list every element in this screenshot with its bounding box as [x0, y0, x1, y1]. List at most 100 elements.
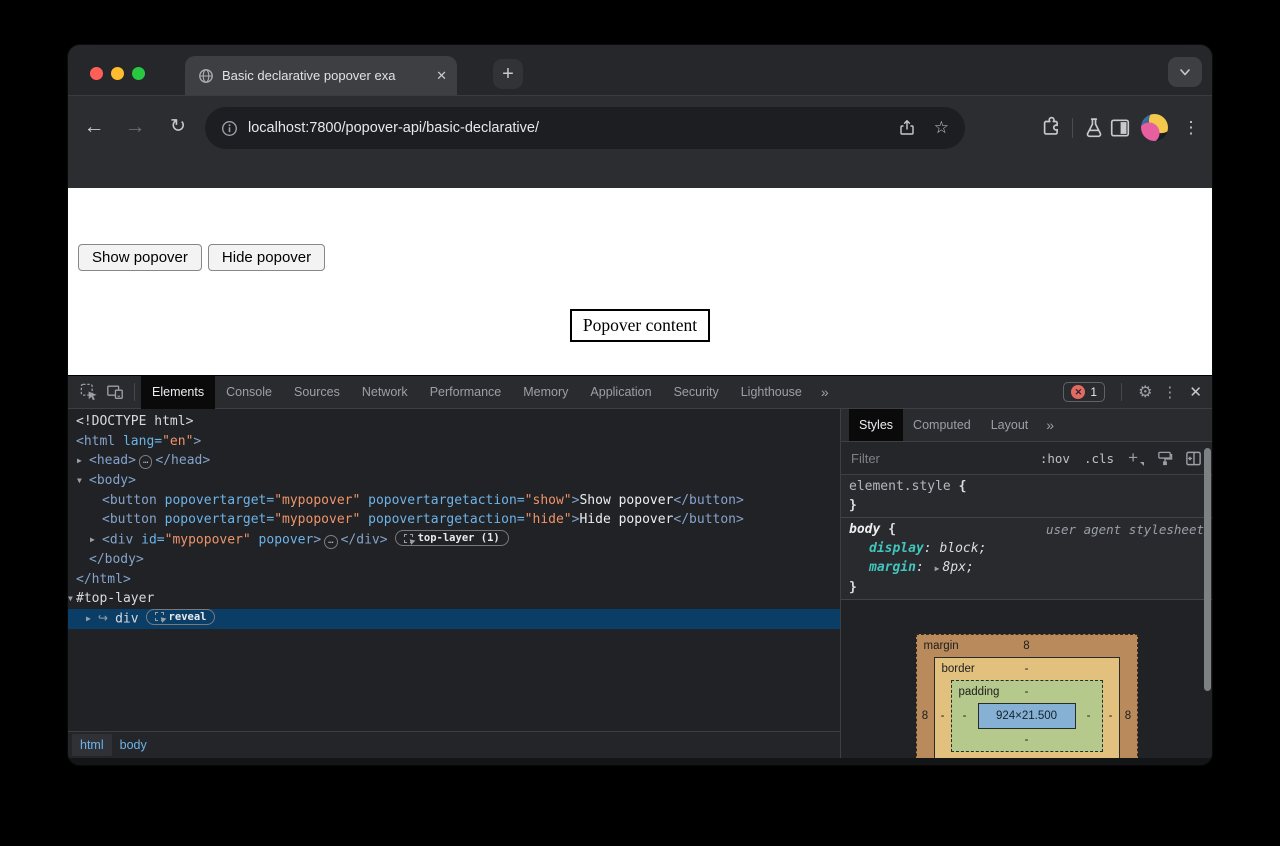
- box-model-padding[interactable]: padding - - 924×21.500 - -: [951, 680, 1103, 752]
- code-token: </body>: [89, 552, 144, 567]
- url-text[interactable]: localhost:7800/popover-api/basic-declara…: [248, 120, 898, 136]
- rule-selector[interactable]: body: [849, 522, 880, 537]
- hide-popover-button[interactable]: Hide popover: [208, 244, 325, 271]
- body-style-rule[interactable]: body { user agent stylesheet display: bl…: [841, 518, 1212, 600]
- dom-tree-line[interactable]: <html lang="en">: [68, 432, 840, 452]
- collapse-arrow-icon[interactable]: ▼: [68, 589, 73, 609]
- dom-tree-line[interactable]: <button popovertarget="mypopover" popove…: [68, 491, 840, 511]
- styles-tab-computed[interactable]: Computed: [903, 409, 981, 441]
- code-token: "mypopover": [274, 512, 360, 527]
- back-button[interactable]: ←: [81, 115, 107, 139]
- devtools-close-icon[interactable]: ✕: [1189, 383, 1202, 401]
- css-declaration-display[interactable]: display: block;: [841, 539, 1212, 558]
- url-bar[interactable]: localhost:7800/popover-api/basic-declara…: [205, 107, 965, 149]
- minimize-window-button[interactable]: [111, 67, 124, 80]
- expand-arrow-icon[interactable]: ▶: [77, 451, 82, 471]
- devtools-tab-elements[interactable]: Elements: [141, 376, 215, 409]
- dom-tree-line[interactable]: </html>: [68, 570, 840, 590]
- side-panel-icon[interactable]: [1107, 115, 1133, 141]
- dom-tree-line[interactable]: </body>: [68, 550, 840, 570]
- tab-title: Basic declarative popover exa: [222, 68, 430, 83]
- dom-tree-line[interactable]: ▼#top-layer: [68, 589, 840, 609]
- reveal-badge[interactable]: reveal: [146, 609, 216, 625]
- globe-icon: [198, 68, 214, 84]
- devtools-tab-performance[interactable]: Performance: [419, 376, 513, 409]
- toolbar-divider: [134, 383, 135, 401]
- bookmark-star-icon[interactable]: ☆: [934, 118, 949, 138]
- code-token: id=: [133, 533, 164, 548]
- new-style-rule-button[interactable]: +: [1128, 448, 1144, 468]
- dom-tree-line[interactable]: <button popovertarget="mypopover" popove…: [68, 510, 840, 530]
- styles-tab-styles[interactable]: Styles: [849, 409, 903, 441]
- devtools-tab-network[interactable]: Network: [351, 376, 419, 409]
- breadcrumb-body[interactable]: body: [112, 734, 155, 756]
- inspect-element-icon[interactable]: [76, 379, 102, 405]
- code-token: </div>: [341, 533, 388, 548]
- error-count: 1: [1090, 385, 1097, 399]
- toggle-class-button[interactable]: .cls: [1084, 451, 1114, 466]
- box-model-border[interactable]: border - - padding -: [934, 657, 1120, 758]
- code-token: <html: [76, 434, 115, 449]
- devtools-tab-application[interactable]: Application: [579, 376, 662, 409]
- expand-arrow-icon[interactable]: ▶: [90, 530, 95, 550]
- new-tab-button[interactable]: +: [493, 59, 523, 89]
- extensions-puzzle-icon[interactable]: [1038, 115, 1064, 141]
- browser-menu-kebab-icon[interactable]: ⋮: [1176, 118, 1206, 138]
- element-style-rule[interactable]: element.style { }: [841, 475, 1212, 518]
- code-token: "en": [162, 434, 193, 449]
- expand-arrow-icon[interactable]: ▶: [86, 609, 91, 629]
- fullscreen-window-button[interactable]: [132, 67, 145, 80]
- code-token: "hide": [525, 512, 572, 527]
- device-toolbar-icon[interactable]: [102, 379, 128, 405]
- flask-icon[interactable]: [1081, 115, 1107, 141]
- dom-tree-line[interactable]: ▶<div id="mypopover" popover>…</div>top-…: [68, 530, 840, 550]
- dom-tree-line[interactable]: <!DOCTYPE html>: [68, 412, 840, 432]
- devtools-tab-memory[interactable]: Memory: [512, 376, 579, 409]
- expand-shorthand-icon[interactable]: ▶: [935, 564, 940, 573]
- browser-window: Basic declarative popover exa ✕ + ← → ↻ …: [68, 45, 1212, 765]
- console-error-badge[interactable]: ✕ 1: [1063, 382, 1105, 402]
- css-declaration-margin[interactable]: margin: ▶8px;: [841, 558, 1212, 578]
- styles-tab-layout[interactable]: Layout: [981, 409, 1039, 441]
- rule-selector[interactable]: element.style: [849, 479, 951, 494]
- dom-tree-line[interactable]: ▼<body>: [68, 471, 840, 491]
- devtools-tab-lighthouse[interactable]: Lighthouse: [730, 376, 813, 409]
- tab-search-button[interactable]: [1168, 57, 1202, 87]
- more-styles-tabs-icon[interactable]: »: [1038, 417, 1062, 433]
- styles-filter-input[interactable]: Filter: [851, 451, 1026, 466]
- more-tabs-icon[interactable]: »: [813, 384, 837, 400]
- devtools-tab-sources[interactable]: Sources: [283, 376, 351, 409]
- collapse-arrow-icon[interactable]: ▼: [77, 471, 82, 491]
- badge-label: reveal: [169, 610, 207, 624]
- browser-tab[interactable]: Basic declarative popover exa ✕: [185, 56, 457, 95]
- close-window-button[interactable]: [90, 67, 103, 80]
- reload-button[interactable]: ↻: [165, 115, 191, 138]
- box-model-margin[interactable]: margin 8 8 border - -: [916, 634, 1138, 758]
- code-token: </button>: [673, 512, 743, 527]
- forward-button[interactable]: →: [122, 115, 148, 139]
- dom-tree-line[interactable]: ▶<head>…</head>: [68, 451, 840, 471]
- margin-left-value: 8: [917, 710, 934, 722]
- breadcrumb-html[interactable]: html: [72, 734, 112, 756]
- box-model-content[interactable]: 924×21.500: [978, 703, 1076, 729]
- tab-close-icon[interactable]: ✕: [436, 68, 447, 84]
- site-info-icon[interactable]: [221, 120, 238, 137]
- devtools-menu-kebab-icon[interactable]: ⋮: [1162, 383, 1177, 401]
- devtools-settings-gear-icon[interactable]: ⚙: [1138, 382, 1152, 402]
- styles-scrollbar[interactable]: [1204, 448, 1211, 691]
- devtools-tab-console[interactable]: Console: [215, 376, 283, 409]
- top-layer-badge[interactable]: top-layer (1): [395, 530, 509, 546]
- toggle-pseudo-state-button[interactable]: :hov: [1040, 451, 1070, 466]
- code-token: </button>: [673, 493, 743, 508]
- devtools-tab-security[interactable]: Security: [663, 376, 730, 409]
- show-popover-button[interactable]: Show popover: [78, 244, 202, 271]
- expand-inline-icon[interactable]: …: [324, 535, 337, 549]
- computed-pane-toggle-icon[interactable]: [1185, 450, 1202, 467]
- css-property-name: display: [869, 541, 924, 556]
- rendering-emulation-icon[interactable]: [1156, 450, 1173, 467]
- profile-avatar[interactable]: [1141, 114, 1168, 141]
- code-token: popovertargetaction=: [360, 493, 524, 508]
- expand-inline-icon[interactable]: …: [139, 455, 152, 469]
- share-icon[interactable]: [898, 119, 916, 137]
- dom-tree-line[interactable]: ▶↪divreveal: [68, 609, 840, 629]
